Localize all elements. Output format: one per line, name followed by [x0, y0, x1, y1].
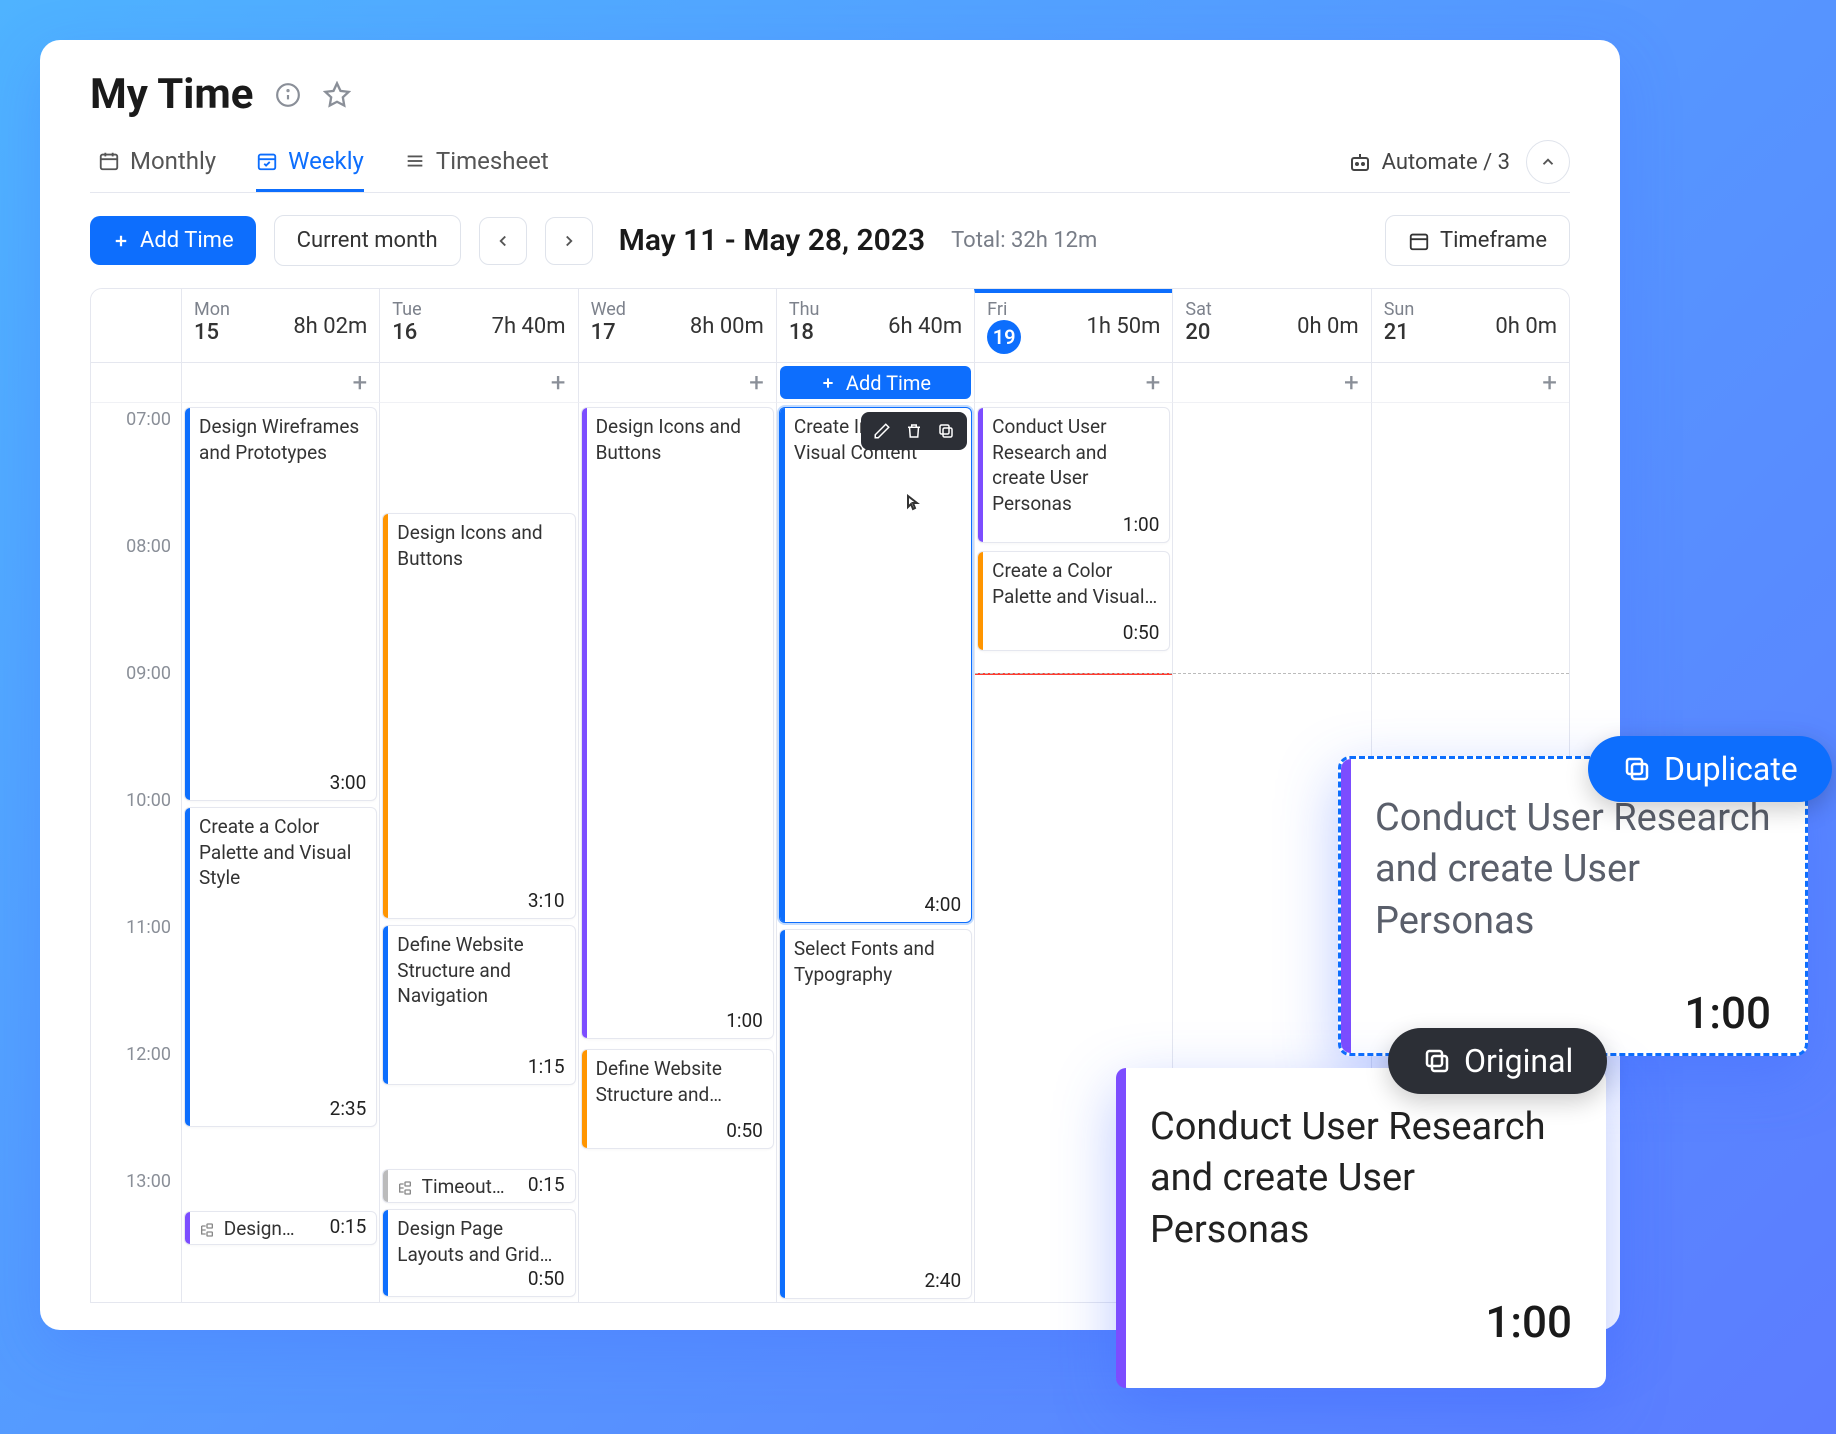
plus-icon: + [1146, 370, 1161, 396]
day-header-thu[interactable]: Thu186h 40m [776, 289, 974, 362]
tab-label: Weekly [288, 147, 364, 175]
card-title: Conduct User Research and create User Pe… [1150, 1102, 1572, 1256]
copy-icon [1622, 754, 1652, 784]
day-col-thu[interactable]: Create Images and Visual Content 4:00 Se… [776, 402, 974, 1302]
page-title: My Time [90, 70, 253, 119]
plus-icon: + [551, 370, 566, 396]
time-gutter: 07:00 08:00 09:00 10:00 11:00 12:00 13:0… [91, 402, 181, 1302]
duplicate-pill[interactable]: Duplicate [1588, 736, 1832, 802]
list-icon [404, 150, 426, 172]
day-col-mon[interactable]: Design Wireframes and Prototypes3:00 Cre… [181, 402, 379, 1302]
original-card[interactable]: Conduct User Research and create User Pe… [1116, 1068, 1606, 1388]
plus-icon [112, 232, 130, 250]
event[interactable]: Design…0:15 [184, 1211, 377, 1245]
tab-label: Timesheet [436, 147, 549, 175]
collapse-button[interactable] [1526, 140, 1570, 184]
tab-weekly[interactable]: Weekly [256, 147, 364, 192]
event-toolbar [861, 412, 967, 450]
current-month-label: Current month [297, 228, 438, 253]
add-time-label: Add Time [140, 228, 234, 253]
plus-icon: + [1344, 370, 1359, 396]
add-time-button[interactable]: Add Time [90, 216, 256, 265]
tab-timesheet[interactable]: Timesheet [404, 147, 549, 192]
title-row: My Time [90, 70, 1570, 119]
event[interactable]: Conduct User Research and create User Pe… [977, 407, 1170, 543]
calendar-icon [1408, 230, 1430, 252]
header: My Time Automate / 3 Monthly [40, 40, 1620, 193]
timeframe-label: Timeframe [1440, 228, 1547, 253]
calendar-icon [98, 150, 120, 172]
edit-button[interactable] [867, 416, 897, 446]
dashed-indicator [1372, 673, 1569, 674]
week-total: Total: 32h 12m [951, 228, 1097, 253]
event[interactable]: Design Page Layouts and Grid…0:50 [382, 1209, 575, 1297]
day-header-sun[interactable]: Sun210h 0m [1371, 289, 1569, 362]
plus-icon: + [353, 370, 368, 396]
prev-week-button[interactable] [479, 217, 527, 265]
day-header-fri[interactable]: Fri191h 50m [974, 289, 1172, 362]
subtask-icon [397, 1180, 413, 1196]
pointer-cursor-icon [900, 494, 924, 518]
event[interactable]: Timeout…0:15 [382, 1169, 575, 1203]
pencil-icon [873, 422, 891, 440]
add-cell-sat[interactable]: + [1172, 362, 1370, 402]
original-pill[interactable]: Original [1388, 1028, 1607, 1094]
tab-monthly[interactable]: Monthly [98, 147, 216, 192]
day-col-tue[interactable]: Design Icons and Buttons3:10 Define Webs… [379, 402, 577, 1302]
current-month-button[interactable]: Current month [274, 215, 461, 266]
chevron-right-icon [560, 232, 578, 250]
automate-row: Automate / 3 [1348, 140, 1570, 184]
add-cell-wed[interactable]: + [578, 362, 776, 402]
dashed-indicator [1173, 673, 1370, 674]
card-duration: 1:00 [1150, 1296, 1572, 1348]
day-header-mon[interactable]: Mon158h 02m [181, 289, 379, 362]
duplicate-button[interactable] [931, 416, 961, 446]
delete-button[interactable] [899, 416, 929, 446]
day-col-wed[interactable]: Design Icons and Buttons1:00 Define Webs… [578, 402, 776, 1302]
event[interactable]: Create a Color Palette and Visual Style2… [184, 807, 377, 1127]
chevron-left-icon [494, 232, 512, 250]
corner-cell [91, 289, 181, 362]
robot-icon [1348, 150, 1372, 174]
tab-label: Monthly [130, 147, 216, 175]
event[interactable]: Define Website Structure and Navigation1… [382, 925, 575, 1085]
copy-icon [937, 422, 955, 440]
automate-button[interactable]: Automate / 3 [1348, 150, 1510, 175]
event[interactable]: Define Website Structure and…0:50 [581, 1049, 774, 1149]
plus-icon [820, 375, 836, 391]
chevron-up-icon [1539, 153, 1557, 171]
calendar-check-icon [256, 150, 278, 172]
day-header-tue[interactable]: Tue167h 40m [379, 289, 577, 362]
add-cell-tue[interactable]: + [379, 362, 577, 402]
add-cell-fri[interactable]: + [974, 362, 1172, 402]
add-cell-sun[interactable]: + [1371, 362, 1569, 402]
trash-icon [905, 422, 923, 440]
day-header-sat[interactable]: Sat200h 0m [1172, 289, 1370, 362]
add-cell-thu: Add Time [776, 362, 974, 402]
star-icon[interactable] [323, 81, 351, 109]
day-header-wed[interactable]: Wed178h 00m [578, 289, 776, 362]
copy-icon [1422, 1046, 1452, 1076]
subtask-icon [199, 1222, 215, 1238]
add-cell-mon[interactable]: + [181, 362, 379, 402]
card-title: Conduct User Research and create User Pe… [1375, 793, 1771, 947]
info-icon[interactable] [275, 82, 301, 108]
plus-icon: + [1542, 370, 1557, 396]
date-range: May 11 - May 28, 2023 [619, 223, 926, 258]
event[interactable]: Design Wireframes and Prototypes3:00 [184, 407, 377, 801]
automate-label: Automate / 3 [1382, 150, 1510, 175]
add-row-corner [91, 362, 181, 402]
plus-icon: + [749, 370, 764, 396]
column-add-time-button[interactable]: Add Time [780, 366, 971, 399]
dashed-indicator [975, 673, 1172, 674]
next-week-button[interactable] [545, 217, 593, 265]
event-selected[interactable]: Create Images and Visual Content 4:00 [779, 407, 972, 923]
timeframe-button[interactable]: Timeframe [1385, 215, 1570, 266]
event[interactable]: Select Fonts and Typography2:40 [779, 929, 972, 1299]
event[interactable]: Design Icons and Buttons3:10 [382, 513, 575, 919]
toolbar: Add Time Current month May 11 - May 28, … [40, 193, 1620, 288]
event[interactable]: Design Icons and Buttons1:00 [581, 407, 774, 1039]
event[interactable]: Create a Color Palette and Visual…0:50 [977, 551, 1170, 651]
